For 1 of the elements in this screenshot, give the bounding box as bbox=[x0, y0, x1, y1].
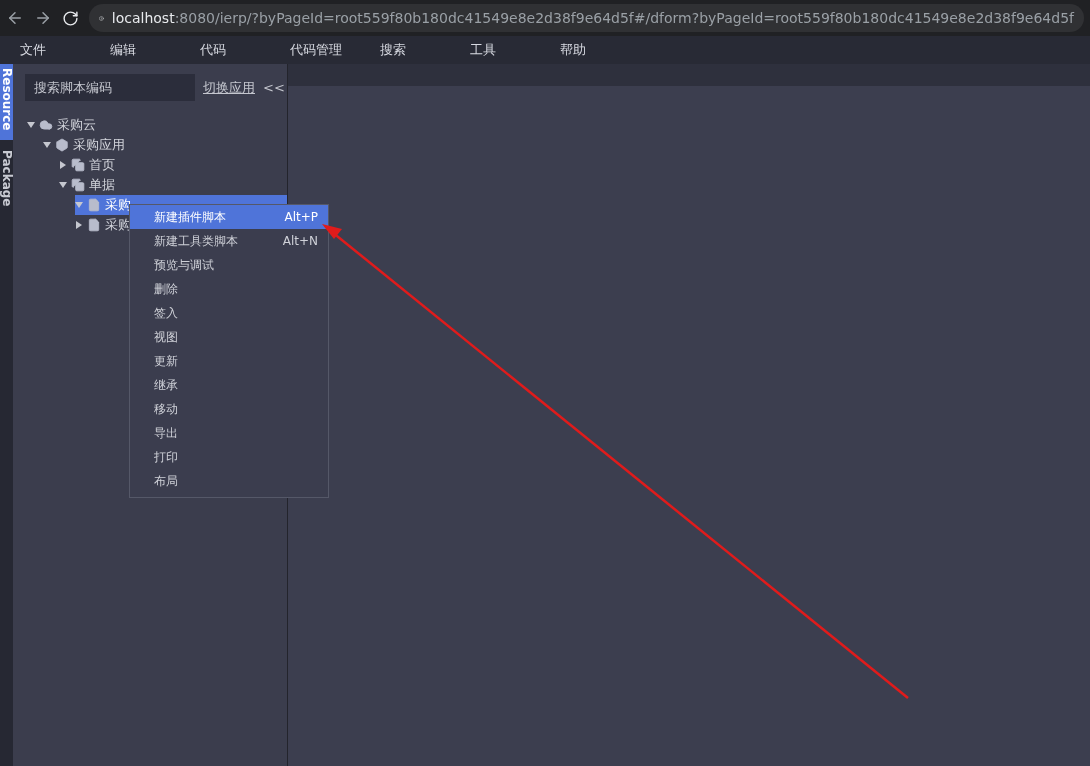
url-text: localhost:8080/ierp/?byPageId=root559f80b180dc41549e8e2d38f9e64d5f#/dform?byPageId=root559f80b180dc41549e8e2d38f9e64d5f bbox=[111, 10, 1074, 26]
